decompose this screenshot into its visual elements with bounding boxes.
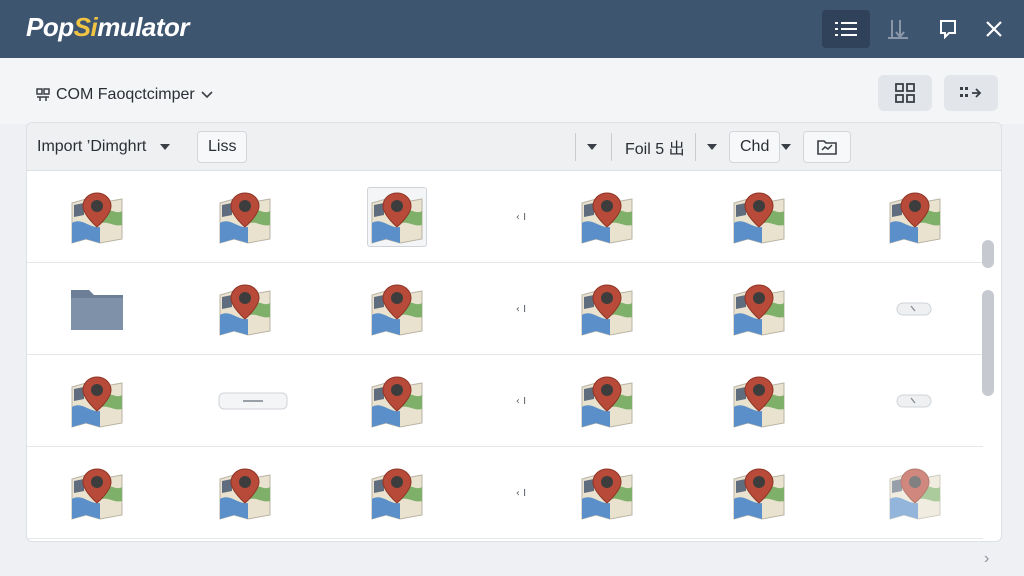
split-arrow-icon [960,87,982,98]
list-button[interactable]: Liss [197,131,248,163]
folder-icon[interactable] [67,279,127,339]
cell-marker: ‹ I [515,487,527,499]
close-icon [986,21,1002,37]
map-pin-icon[interactable] [885,463,945,523]
vertical-scrollbar[interactable] [982,240,996,400]
bookmark-button[interactable] [924,10,972,48]
map-pin-icon[interactable] [215,463,275,523]
list-view-button[interactable] [822,10,870,48]
toggle-pill-icon[interactable] [885,371,945,431]
toolbar-divider [611,133,612,161]
app-title: PopSimulator [26,12,190,43]
caret-icon [160,144,171,150]
toggle-pill-icon[interactable] [885,279,945,339]
marker-cell: ‹ I [491,463,551,523]
filter-dropdown[interactable]: Foil 5 出 [625,131,685,163]
map-pin-icon[interactable] [367,187,427,247]
cell-marker: ‹ I [515,395,527,407]
chd-label: Chd [740,138,770,155]
map-pin-icon[interactable] [577,463,637,523]
sort-button[interactable] [874,10,922,48]
grid-row: ‹ I [27,355,983,447]
caret-icon [587,144,597,150]
map-pin-icon[interactable] [577,279,637,339]
grid-small-icon [36,88,50,101]
map-pin-icon[interactable] [729,463,789,523]
chd-dropdown[interactable]: Chd [729,131,781,163]
map-pin-icon[interactable] [729,371,789,431]
app-title-accent: Si [73,12,98,42]
grid-row: ‹ I [27,447,983,539]
grid-view-button[interactable] [878,75,932,111]
breadcrumb-label: COM Faoqctcimper [56,86,195,103]
map-pin-icon[interactable] [67,187,127,247]
marker-cell: ‹ I [491,187,551,247]
import-label: Import ’Dimghrt [37,138,147,155]
grid-icon [895,83,915,103]
panel-toolbar: Import ’Dimghrt Liss Foil 5 出 Chd [27,123,1001,171]
chevron-down-icon [201,91,213,99]
caret-icon [707,144,717,150]
toolbar-divider [695,133,696,161]
map-pin-icon[interactable] [577,187,637,247]
toolbar-divider [575,133,576,161]
map-pin-icon[interactable] [729,187,789,247]
map-pin-icon[interactable] [215,187,275,247]
bookmark-icon [940,20,956,39]
list-icon [835,22,857,36]
app-title-prefix: Pop [26,12,74,42]
import-dropdown[interactable]: Import ’Dimghrt [37,131,171,163]
cell-marker: ‹ I [515,303,527,315]
app-title-suffix: mulator [97,12,190,42]
map-pin-icon[interactable] [67,371,127,431]
breadcrumb[interactable]: COM Faoqctcimper [28,78,221,112]
open-folder-button[interactable] [803,131,851,163]
filter-caret[interactable] [707,131,717,163]
map-pin-icon[interactable] [729,279,789,339]
layout-toggle-button[interactable] [944,75,998,111]
close-button[interactable] [970,10,1018,48]
scroll-thumb-top[interactable] [982,240,994,268]
list-label: Liss [208,138,237,155]
sort-icon [888,20,908,39]
grid-row: ‹ I [27,263,983,355]
placeholder-bar-icon[interactable] [215,371,291,431]
cell-marker: ‹ I [515,211,527,223]
map-pin-icon[interactable] [215,279,275,339]
content-panel: Import ’Dimghrt Liss Foil 5 出 Chd ‹ I ‹ … [26,122,1002,542]
map-pin-icon[interactable] [367,279,427,339]
folder-chart-icon [817,140,837,155]
map-pin-icon[interactable] [885,187,945,247]
filter-label: Foil 5 出 [625,141,685,158]
caret-icon [781,144,791,150]
map-pin-icon[interactable] [67,463,127,523]
scroll-right-arrow[interactable]: › [984,550,989,568]
sort-dropdown[interactable] [587,131,597,163]
marker-cell: ‹ I [491,371,551,431]
map-pin-icon[interactable] [367,371,427,431]
marker-cell: ‹ I [491,279,551,339]
chd-caret[interactable] [781,131,791,163]
scroll-thumb[interactable] [982,290,994,396]
map-pin-icon[interactable] [367,463,427,523]
map-pin-icon[interactable] [577,371,637,431]
title-bar: PopSimulator [0,0,1024,58]
grid-row: ‹ I [27,171,983,263]
